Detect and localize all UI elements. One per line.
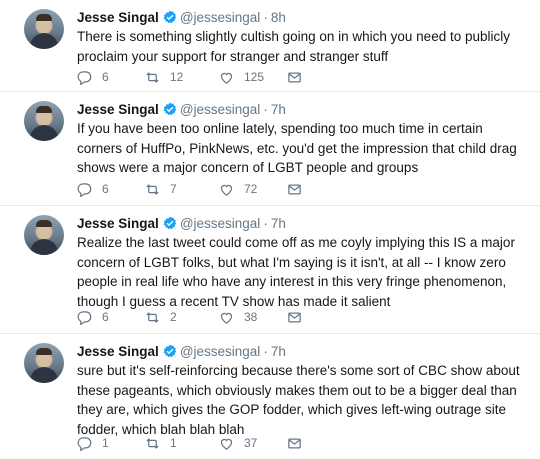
reply-icon — [77, 182, 92, 197]
envelope-icon — [288, 438, 301, 448]
separator-dot: · — [263, 215, 268, 231]
tweet-actions: 6 12 125 — [77, 68, 377, 86]
retweet-count: 7 — [170, 182, 177, 196]
like-button[interactable]: 125 — [219, 68, 264, 86]
tweet-actions: 6 2 38 — [77, 308, 377, 326]
tweet[interactable]: Jesse Singal @jessesingal · 7h If you ha… — [0, 92, 540, 206]
retweet-icon — [146, 311, 159, 323]
retweet-count: 1 — [170, 436, 177, 450]
author-handle[interactable]: @jessesingal — [180, 10, 261, 25]
direct-message-button[interactable] — [287, 68, 302, 86]
verified-badge-icon — [163, 10, 176, 24]
tweet-header: Jesse Singal @jessesingal · 7h — [77, 214, 286, 232]
retweet-button[interactable]: 7 — [145, 180, 177, 198]
tweet-header: Jesse Singal @jessesingal · 7h — [77, 342, 286, 360]
tweet-text: Realize the last tweet could come off as… — [77, 235, 515, 309]
reply-icon — [77, 310, 92, 325]
separator-dot: · — [263, 9, 268, 25]
direct-message-button[interactable] — [287, 180, 302, 198]
author-handle[interactable]: @jessesingal — [180, 216, 261, 231]
retweet-button[interactable]: 2 — [145, 308, 177, 326]
tweet-text: sure but it's self-reinforcing because t… — [77, 363, 520, 437]
avatar[interactable] — [24, 343, 64, 383]
retweet-count: 2 — [170, 310, 177, 324]
like-count: 37 — [244, 436, 258, 450]
reply-count: 6 — [102, 310, 109, 324]
reply-button[interactable]: 6 — [77, 308, 109, 326]
retweet-button[interactable]: 12 — [145, 68, 183, 86]
reply-count: 6 — [102, 70, 109, 84]
verified-badge-icon — [163, 216, 176, 230]
like-button[interactable]: 72 — [219, 180, 257, 198]
avatar[interactable] — [24, 101, 64, 141]
author-name[interactable]: Jesse Singal — [77, 344, 159, 359]
heart-icon — [220, 72, 233, 84]
separator-dot: · — [263, 101, 268, 117]
tweet-header: Jesse Singal @jessesingal · 8h — [77, 8, 286, 26]
reply-icon — [77, 70, 92, 85]
verified-badge-icon — [163, 344, 176, 358]
tweet-timestamp[interactable]: 8h — [271, 10, 286, 25]
retweet-icon — [146, 437, 159, 449]
tweet[interactable]: Jesse Singal @jessesingal · 7h Realize t… — [0, 206, 540, 334]
reply-button[interactable]: 6 — [77, 68, 109, 86]
reply-icon — [77, 436, 92, 451]
like-count: 125 — [244, 70, 265, 84]
heart-icon — [220, 184, 233, 196]
tweet[interactable]: Jesse Singal @jessesingal · 7h sure but … — [0, 334, 540, 459]
retweet-icon — [146, 183, 159, 195]
author-name[interactable]: Jesse Singal — [77, 10, 159, 25]
retweet-icon — [146, 71, 159, 83]
author-handle[interactable]: @jessesingal — [180, 344, 261, 359]
tweet-timestamp[interactable]: 7h — [271, 102, 286, 117]
author-name[interactable]: Jesse Singal — [77, 216, 159, 231]
tweet-timestamp[interactable]: 7h — [271, 344, 286, 359]
retweet-button[interactable]: 1 — [145, 434, 177, 452]
like-button[interactable]: 37 — [219, 434, 257, 452]
tweet-timestamp[interactable]: 7h — [271, 216, 286, 231]
author-name[interactable]: Jesse Singal — [77, 102, 159, 117]
reply-button[interactable]: 1 — [77, 434, 109, 452]
tweet-text: There is something slightly cultish goin… — [77, 29, 510, 64]
retweet-count: 12 — [170, 70, 184, 84]
heart-icon — [220, 312, 233, 324]
reply-count: 6 — [102, 182, 109, 196]
tweet-header: Jesse Singal @jessesingal · 7h — [77, 100, 286, 118]
like-button[interactable]: 38 — [219, 308, 257, 326]
tweet-text: If you have been too online lately, spen… — [77, 121, 517, 175]
avatar[interactable] — [24, 9, 64, 49]
envelope-icon — [288, 72, 301, 82]
envelope-icon — [288, 312, 301, 322]
direct-message-button[interactable] — [287, 308, 302, 326]
tweet-thread: Jesse Singal @jessesingal · 8h There is … — [0, 0, 540, 459]
tweet-actions: 6 7 72 — [77, 180, 377, 198]
avatar[interactable] — [24, 215, 64, 255]
separator-dot: · — [263, 343, 268, 359]
reply-button[interactable]: 6 — [77, 180, 109, 198]
direct-message-button[interactable] — [287, 434, 302, 452]
like-count: 72 — [244, 182, 258, 196]
tweet[interactable]: Jesse Singal @jessesingal · 8h There is … — [0, 0, 540, 92]
verified-badge-icon — [163, 102, 176, 116]
author-handle[interactable]: @jessesingal — [180, 102, 261, 117]
like-count: 38 — [244, 310, 258, 324]
heart-icon — [220, 438, 233, 450]
envelope-icon — [288, 184, 301, 194]
tweet-actions: 1 1 37 — [77, 434, 377, 452]
reply-count: 1 — [102, 436, 109, 450]
